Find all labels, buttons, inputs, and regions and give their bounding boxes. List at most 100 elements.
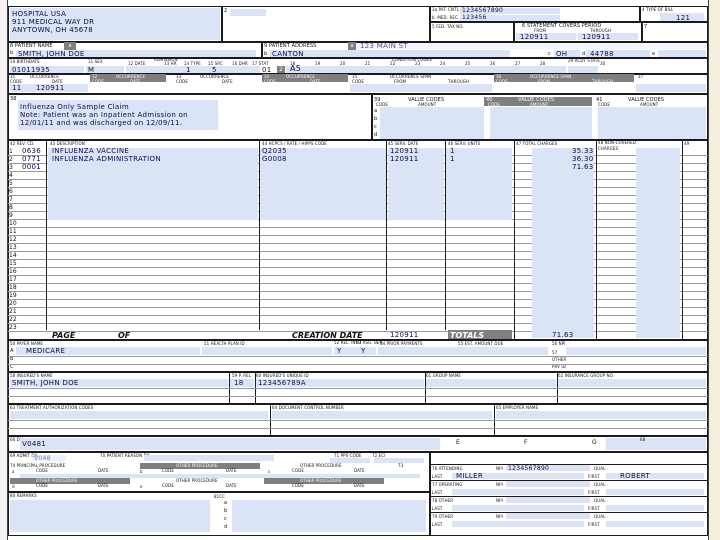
box2-label: 2 [224,8,228,14]
claim-note-line2: Note: Patient was an Inpatient Admission… [20,111,188,119]
occurrence-37-field[interactable] [636,84,706,92]
group-name-field[interactable] [426,379,556,387]
value-codes-39-field[interactable] [380,107,484,139]
admit-dx-field[interactable] [32,455,66,461]
remarks-cc-letter: d [224,524,228,530]
service-description: INFLUENZA ADMINISTRATION [52,155,161,163]
period-from: 120911 [520,33,549,41]
assignment-value: Y [361,347,366,355]
box81cc-field[interactable] [232,500,426,532]
non-covered-field[interactable] [636,148,680,338]
medical-record-number: 123456 [462,14,487,21]
reason-dx-label: 70 PATIENT REASON DX [100,453,150,458]
provider-name: HOSPITAL USA [12,10,67,18]
condition-codes-field[interactable] [286,66,566,73]
npi-field[interactable] [506,513,590,519]
first-name-field[interactable] [606,521,704,527]
attending-last-name: MILLER [456,472,483,480]
occ33-date-label: DATE [222,79,233,84]
claim-note-line3: 12/01/11 and was discharged on 12/09/11. [20,119,183,127]
line-number: 9 [9,212,13,219]
line-number: 19 [9,292,17,299]
pay-to-field[interactable] [230,9,266,16]
patient-country-field[interactable] [658,50,706,57]
col-divider-6 [596,140,597,340]
value-code-row-letter: a [374,108,378,114]
rev-code: 0636 [22,147,42,155]
admission-fields[interactable] [126,66,260,73]
operating-last-label: LAST [432,490,443,495]
total-charge: 35.33 [572,147,594,155]
acdt-state-label: 29 ACDT STATE [568,58,600,63]
treatment-auth-field[interactable] [10,411,268,419]
payer-name: MEDICARE [26,347,66,355]
admission-type: 1 [186,66,191,74]
line-number: 17 [9,276,17,283]
payments-field[interactable] [378,347,548,355]
npi-field[interactable] [506,481,590,487]
box68-field[interactable] [606,438,706,450]
units-field[interactable] [446,148,512,220]
last-name-field[interactable] [452,521,584,527]
insured-line-2 [8,396,708,397]
service-line-rule [8,307,708,308]
other78-first-label: FIRST [588,506,600,511]
creation-date-label: CREATION DATE [292,331,363,340]
value-codes-41-field[interactable] [598,107,706,139]
patient-name-b-label: b [10,50,14,56]
line-number: 10 [9,220,17,227]
occ32-code-label: CODE [92,79,104,84]
patient-address-d-label: d [582,51,586,57]
line-number: 20 [9,300,17,307]
box68-label: 68 [640,437,646,442]
line-number: 3 [9,164,13,171]
acdt-state-field[interactable] [568,66,598,73]
release-info-value: Y [337,347,342,355]
service-description: INFLUENZA VACCINE [52,147,130,155]
group-no-field[interactable] [558,379,706,387]
last-name-field[interactable] [452,505,584,511]
patient-relationship: 18 [234,379,244,387]
treatment-line-1 [8,420,708,421]
reason-dx-field[interactable] [144,455,274,461]
npi-56-field[interactable] [566,347,706,355]
remarks-cc-letter: a [224,500,228,506]
box30-label: 30 [600,61,606,66]
diagnosis-letter: F [524,439,528,446]
other-procedure-f-label: OTHER PROCEDURE [300,478,342,483]
patient-street-field[interactable] [356,43,706,49]
other-procedure-e-label: OTHER PROCEDURE [176,478,218,483]
line-number: 14 [9,252,17,259]
remarks-field[interactable] [10,500,210,532]
procedure-letter: d [12,484,15,489]
employer-name-field[interactable] [496,411,706,419]
value-codes-40-field[interactable] [490,107,592,139]
payer-a-letter: A [10,348,14,354]
health-plan-field[interactable] [202,347,332,355]
left-margin-strip [0,0,8,540]
total-charges-field[interactable] [532,148,594,338]
first-name-field[interactable] [606,489,704,495]
physician-row-rule [430,464,708,465]
operating-qual-label: QUAL [594,482,606,487]
occurrence-span-35-field[interactable] [350,84,492,92]
service-line-rule [8,299,708,300]
other78-last-label: LAST [432,506,443,511]
document-control-field[interactable] [272,411,492,419]
last-name-field[interactable] [452,489,584,495]
patient-name-label: 8 PATIENT NAME [10,43,53,49]
line-number: 11 [9,228,17,235]
line-number: 5 [9,180,13,187]
service-line-rule [8,291,708,292]
patient-city-field[interactable] [270,50,510,57]
diagnosis-field[interactable] [20,438,440,450]
remarks-cc-letter: c [224,516,227,522]
right-margin-strip [708,0,720,540]
col-divider-7 [682,140,683,340]
npi-field[interactable] [506,497,590,503]
first-name-field[interactable] [606,505,704,511]
procedure-letter: c [268,469,271,474]
occ36-code-label: CODE [496,79,508,84]
line-number: 16 [9,268,17,275]
procedure-letter: a [12,469,15,474]
